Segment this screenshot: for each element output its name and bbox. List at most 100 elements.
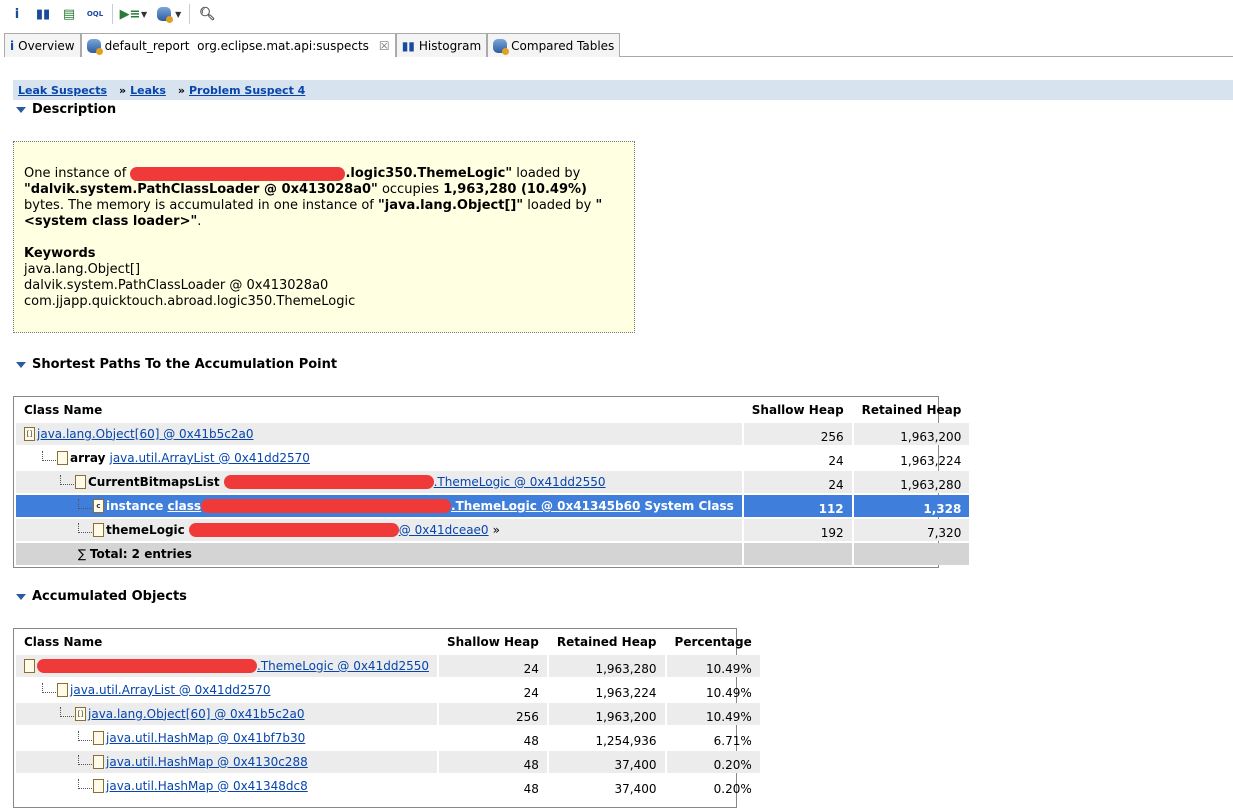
accumulated-table: Class Name Shallow Heap Retained Heap Pe… [13,628,760,808]
table-row[interactable]: themeLogic @ 0x41dceae0» 192 7,320 [16,519,970,541]
chevron-down-icon[interactable]: ▼ [175,10,181,19]
object-icon [24,659,35,674]
object-extra: System Class [644,498,734,513]
retained-heap: 1,963,224 [595,686,657,700]
field-name: array [70,450,106,465]
array-icon: [] [24,427,35,442]
redaction [201,499,452,514]
tree-connector [60,474,74,485]
breadcrumb-separator: » [119,83,127,97]
object-icon [57,683,68,698]
tab-default-report[interactable]: default_report org.eclipse.mat.api:suspe… [80,33,396,57]
tab-overview[interactable]: i Overview [4,33,81,57]
table-row[interactable]: java.util.HashMap @ 0x4130c288 48 37,400 0.… [16,751,760,773]
retained-heap: 1,328 [853,495,970,517]
reports-icon[interactable] [155,5,174,23]
object-link[interactable]: .ThemeLogic @ 0x41dd2550 [257,659,429,673]
object-icon [75,475,86,490]
percentage: 10.49% [666,703,760,725]
total-label: Total: 2 entries [89,547,192,561]
object-extra: » [492,522,500,537]
object-link[interactable]: .ThemeLogic @ 0x41345b60 [451,499,640,513]
section-title: Accumulated Objects [32,589,187,604]
description-section-toggle[interactable]: Description [16,102,116,117]
retained-heap: 37,400 [614,782,657,796]
percentage: 10.49% [666,655,760,677]
column-header[interactable]: Class Name [16,399,742,421]
separator [112,4,113,24]
percentage: 10.49% [705,686,752,700]
shallow-heap: 192 [743,519,852,541]
column-header[interactable]: Percentage [667,631,760,653]
shallow-heap: 48 [523,782,539,796]
keywords-title: Keywords [24,246,96,261]
text: "dalvik.system.PathClassLoader @ 0x41302… [24,182,378,197]
text: bytes. The memory is accumulated in one … [24,198,378,213]
class-name-cell: [] java.lang.Object[60] @ 0x41b5c2a0 [16,423,742,445]
breadcrumb-separator: » [177,83,185,97]
info-icon[interactable]: i [8,5,26,23]
sum-icon: ∑ [78,547,90,561]
keyword: com.jjapp.quicktouch.abroad.logic350.The… [24,294,356,309]
column-header[interactable]: Shallow Heap [744,399,852,421]
object-link[interactable]: java.util.ArrayList @ 0x41dd2570 [70,683,270,697]
oql-icon[interactable]: OQL [86,5,104,23]
column-header[interactable]: Retained Heap [854,399,970,421]
table-row[interactable]: array java.util.ArrayList @ 0x41dd2570 24 1… [16,447,969,469]
object-link[interactable]: @ 0x41dceae0 [399,523,489,537]
class-name-cell: java.util.HashMap @ 0x41bf7b30 [16,727,437,749]
column-header[interactable]: Retained Heap [549,631,665,653]
retained-heap: 1,963,200 [853,423,970,445]
shallow-heap: 48 [523,734,539,748]
table-row[interactable]: [] java.lang.Object[60] @ 0x41b5c2a0 256 1,… [16,423,970,445]
compare-icon [493,38,510,55]
object-link[interactable]: java.util.ArrayList @ 0x41dd2570 [109,451,309,465]
chevron-down-icon[interactable]: ▼ [141,10,147,19]
histogram-icon[interactable]: ▮▮ [34,5,52,23]
object-link[interactable]: class [167,499,201,513]
object-link[interactable]: java.util.HashMap @ 0x41348dc8 [106,779,308,793]
column-header[interactable]: Class Name [16,631,437,653]
paths-section-toggle[interactable]: Shortest Paths To the Accumulation Point [16,357,337,372]
description-text: One instance of .logic350.ThemeLogic" lo… [24,166,624,230]
thread-overview-icon[interactable]: ▶≡ [120,5,141,23]
collapse-icon [16,361,26,368]
table-row[interactable]: java.util.ArrayList @ 0x41dd2570 24 1,963,… [16,679,760,701]
shallow-heap: 48 [438,751,547,773]
class-name-cell: [] java.lang.Object[60] @ 0x41b5c2a0 [16,703,437,725]
percentage: 0.20% [713,782,752,796]
shallow-heap: 256 [438,703,547,725]
section-title: Shortest Paths To the Accumulation Point [32,357,338,372]
breadcrumb-leak-suspects[interactable]: Leak Suspects [18,84,107,97]
tree-connector [78,754,92,765]
table-row[interactable]: java.util.HashMap @ 0x41bf7b30 48 1,254,93… [16,727,760,749]
class-name-cell: array java.util.ArrayList @ 0x41dd2570 [16,447,742,469]
object-icon [57,451,68,466]
table-row[interactable]: .ThemeLogic @ 0x41dd2550 24 1,963,280 10.49… [16,655,760,677]
object-link[interactable]: java.lang.Object[60] @ 0x41b5c2a0 [37,427,254,441]
accumulated-section-toggle[interactable]: Accumulated Objects [16,589,187,604]
breadcrumb-leaks[interactable]: Leaks [130,84,166,97]
column-header[interactable]: Shallow Heap [439,631,547,653]
shallow-heap: 24 [523,686,539,700]
object-link[interactable]: .ThemeLogic @ 0x41dd2550 [434,475,606,489]
dominator-tree-icon[interactable]: ▤ [60,5,78,23]
object-link[interactable]: java.lang.Object[60] @ 0x41b5c2a0 [88,707,305,721]
empty-cell [853,543,970,565]
text: loaded by [523,198,596,213]
object-link[interactable]: java.util.HashMap @ 0x41bf7b30 [106,731,305,745]
tab-compared-tables[interactable]: Compared Tables [487,33,621,57]
object-link[interactable]: java.util.HashMap @ 0x4130c288 [106,755,308,769]
breadcrumb-problem-suspect[interactable]: Problem Suspect 4 [189,84,305,97]
table-row[interactable]: CurrentBitmapsList .ThemeLogic @ 0x41dd25… [16,471,970,493]
table-row[interactable]: c instance class .ThemeLogic @ 0x41345b60 Sy… [16,495,970,517]
search-icon[interactable]: 🔍︎ [198,5,216,23]
text: . [197,214,202,229]
table-row[interactable]: java.util.HashMap @ 0x41348dc8 48 37,400 0.… [16,775,760,797]
retained-heap: 1,963,200 [548,703,665,725]
table-row[interactable]: [] java.lang.Object[60] @ 0x41b5c2a0 256 1,… [16,703,760,725]
tab-histogram[interactable]: ▮▮ Histogram [395,33,488,57]
retained-heap: 1,963,280 [548,655,665,677]
tab-label: Histogram [418,38,482,53]
close-icon[interactable]: ☒ [379,39,390,53]
